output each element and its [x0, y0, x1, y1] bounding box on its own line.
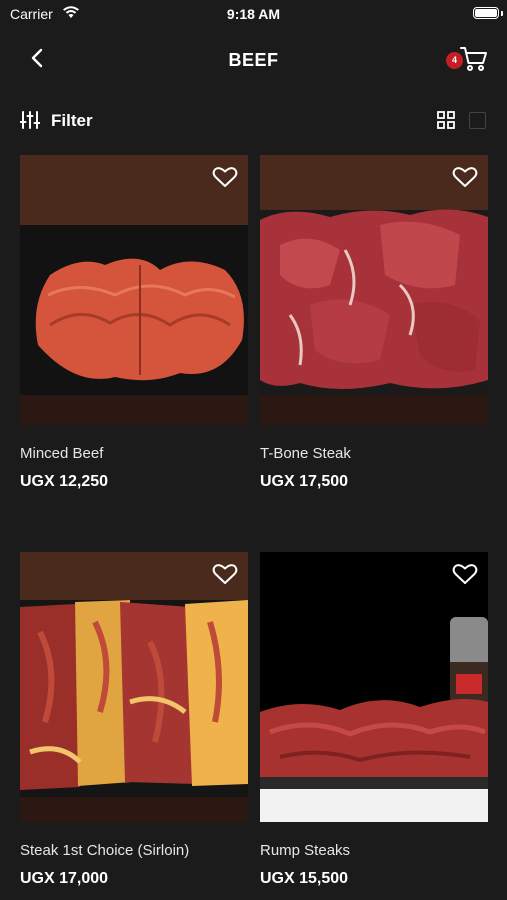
product-price: UGX 12,250 [20, 473, 109, 490]
battery-icon [473, 7, 499, 19]
product-price: UGX 17,000 [20, 870, 109, 887]
cart-icon[interactable] [459, 44, 489, 74]
product-price: UGX 17,500 [260, 473, 349, 490]
product-image[interactable] [20, 155, 248, 425]
status-bar: Carrier 9:18 AM [0, 0, 507, 28]
filter-bar: Filter [0, 106, 507, 136]
single-view-icon[interactable] [469, 112, 486, 129]
product-name: Rump Steaks [260, 842, 351, 859]
heart-icon[interactable] [212, 165, 238, 189]
filter-button[interactable]: Filter [51, 111, 93, 131]
product-image[interactable] [20, 552, 248, 822]
product-image[interactable] [260, 155, 488, 425]
nav-bar: BEEF 4 [0, 40, 507, 80]
clock: 9:18 AM [226, 6, 281, 22]
product-name: Steak 1st Choice (Sirloin) [20, 842, 190, 859]
page-title: BEEF [228, 50, 279, 70]
heart-icon[interactable] [452, 562, 478, 586]
heart-icon[interactable] [452, 165, 478, 189]
product-name: T-Bone Steak [260, 445, 351, 462]
filter-sliders-icon[interactable] [20, 110, 40, 130]
product-price: UGX 15,500 [260, 870, 349, 887]
battery-tip [501, 11, 503, 16]
heart-icon[interactable] [212, 562, 238, 586]
product-name: Minced Beef [20, 445, 104, 462]
grid-view-icon[interactable] [437, 111, 455, 129]
product-image[interactable] [260, 552, 488, 822]
